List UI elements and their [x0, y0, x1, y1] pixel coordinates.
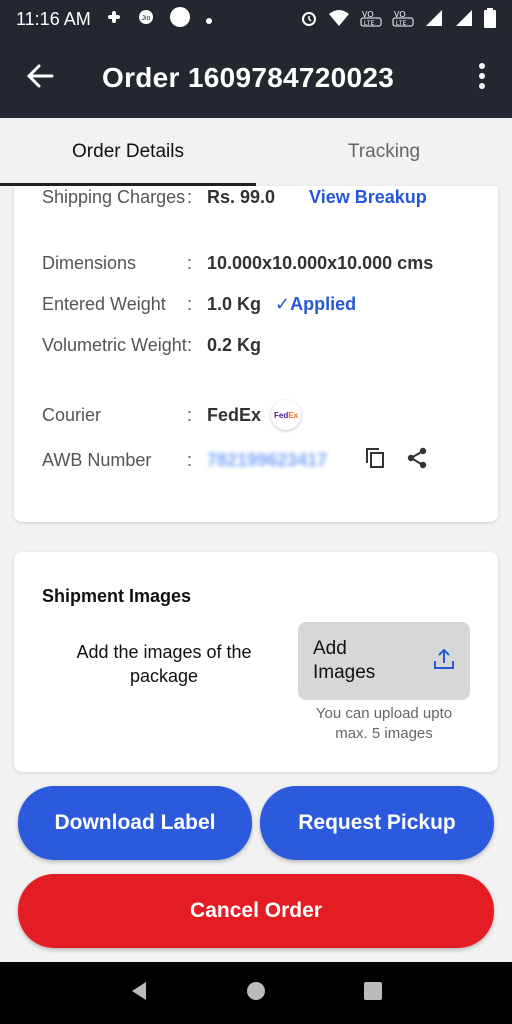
awb-value: 782199623417 [207, 449, 328, 470]
shipping-charges-value: Rs. 99.0 [207, 187, 276, 207]
signal-2-icon [454, 9, 474, 30]
triangle-back-icon [131, 981, 146, 1000]
dimensions-value: 10.000x10.000x10.000 cms [207, 253, 434, 273]
signal-1-icon [424, 9, 444, 30]
wifi-icon [328, 9, 350, 30]
colon: : [187, 187, 193, 207]
courier-label: Courier [42, 404, 102, 425]
tab-order-details[interactable]: Order Details [0, 118, 256, 186]
dimensions-row: Dimensions : 10.000x10.000x10.000 cms [42, 252, 433, 275]
entered-weight-row: Entered Weight : 1.0 Kg ✓Applied [42, 293, 356, 316]
courier-row: Courier : FedEx Fed Ex [42, 400, 302, 430]
dot-icon [205, 9, 213, 30]
arrow-back-icon [26, 62, 54, 95]
alarm-icon [300, 9, 318, 30]
awb-label: AWB Number [42, 449, 152, 470]
svg-text:VO: VO [394, 10, 406, 19]
upload-icon [432, 647, 456, 676]
volumetric-weight-label: Volumetric Weight [42, 335, 187, 355]
add-images-label: Add Images [313, 638, 376, 683]
colon: : [187, 404, 193, 425]
copy-icon [365, 447, 385, 474]
request-pickup-button[interactable]: Request Pickup [260, 786, 494, 860]
colon: : [187, 253, 193, 273]
shipment-images-description: Add the images of the package [76, 642, 252, 686]
status-time: 11:16 AM [16, 8, 91, 29]
awb-row: AWB Number : 782199623417 [42, 446, 431, 474]
more-options-button[interactable] [452, 38, 512, 118]
tab-bar: Order Details Tracking [0, 118, 512, 186]
svg-text:VO: VO [362, 10, 374, 19]
volumetric-weight-row: Volumetric Weight : 0.2 Kg [42, 334, 261, 357]
nav-home-button[interactable] [245, 980, 267, 1007]
order-details-card: Shipping Charges : Rs. 99.0 View Breakup… [14, 186, 498, 522]
dimensions-label: Dimensions [42, 253, 137, 273]
upload-limit-note: You can upload upto max. 5 images [315, 705, 453, 742]
svg-text:Jio: Jio [141, 15, 150, 22]
system-nav-bar [0, 962, 512, 1024]
view-breakup-link[interactable]: View Breakup [309, 187, 427, 208]
entered-weight-label: Entered Weight [42, 294, 166, 314]
shipping-charges-label: Shipping Charges [42, 187, 186, 207]
jio-icon: Jio [137, 8, 155, 31]
volte-2-icon: VO LTE [392, 9, 414, 30]
more-vert-icon [478, 62, 486, 94]
battery-icon [484, 7, 496, 31]
copy-button[interactable] [361, 446, 389, 474]
page-title: Order 1609784720023 [102, 62, 395, 93]
back-button[interactable] [0, 38, 80, 118]
slack-icon [105, 8, 123, 31]
app-bar: Order 1609784720023 [0, 38, 512, 118]
nav-back-button[interactable] [128, 980, 150, 1007]
cancel-order-button[interactable]: Cancel Order [18, 874, 494, 948]
download-label-button[interactable]: Download Label [18, 786, 252, 860]
tab-tracking[interactable]: Tracking [256, 118, 512, 186]
svg-text:LTE: LTE [364, 21, 375, 27]
volumetric-weight-value: 0.2 Kg [207, 335, 262, 355]
add-images-button[interactable]: Add Images [298, 622, 470, 700]
circle-icon [169, 6, 191, 33]
colon: : [187, 294, 193, 314]
share-button[interactable] [403, 446, 431, 474]
svg-text:LTE: LTE [396, 21, 407, 27]
square-recents-icon [364, 981, 383, 1000]
circle-home-icon [246, 981, 265, 1000]
courier-value: FedEx [207, 404, 262, 425]
volte-1-icon: VO LTE [360, 9, 382, 30]
nav-recents-button[interactable] [362, 980, 384, 1007]
applied-badge: ✓Applied [275, 294, 357, 314]
colon: : [187, 335, 193, 355]
colon: : [187, 449, 193, 470]
fedex-logo-icon: Fed Ex [271, 400, 302, 430]
entered-weight-value: 1.0 Kg [207, 294, 262, 314]
share-icon [406, 447, 428, 474]
shipping-charges-row: Shipping Charges : Rs. 99.0 View Breakup [42, 186, 427, 209]
shipment-images-heading: Shipment Images [42, 586, 192, 606]
status-bar: 11:16 AM Jio VO LTE VO LTE [0, 0, 512, 38]
shipment-images-card: Shipment Images Add the images of the pa… [14, 552, 498, 772]
